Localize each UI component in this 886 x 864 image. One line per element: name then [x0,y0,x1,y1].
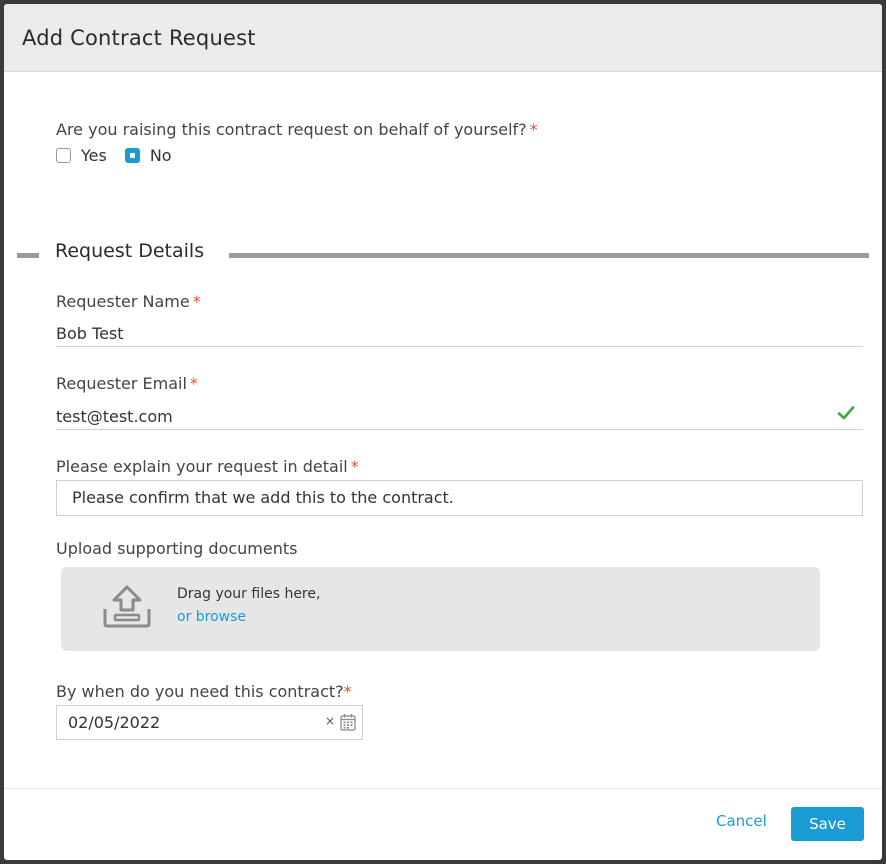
on-behalf-question-text: Are you raising this contract request on… [56,120,527,139]
cancel-button[interactable]: Cancel [716,812,767,830]
requester-name-value: Bob Test [56,324,124,343]
required-mark: * [192,292,201,311]
clear-date-icon[interactable]: × [325,714,335,728]
add-contract-request-dialog: Add Contract Request Are you raising thi… [4,4,882,860]
drop-instructions: Drag your files here, [177,586,321,602]
dialog-header: Add Contract Request [4,4,882,72]
on-behalf-question: Are you raising this contract request on… [56,120,538,139]
option-yes-label: Yes [81,146,107,165]
request-detail-textarea[interactable]: Please confirm that we add this to the c… [56,480,863,516]
section-divider-right [229,253,869,258]
section-title: Request Details [55,240,205,262]
yes-checkbox[interactable] [56,148,71,163]
request-detail-label: Please explain your request in detail * [56,457,359,476]
request-detail-label-text: Please explain your request in detail [56,457,348,476]
calendar-icon[interactable] [340,713,356,735]
option-yes[interactable]: Yes [56,146,107,165]
required-mark: * [189,374,198,393]
option-no-label: No [149,146,172,165]
option-no[interactable]: No [124,146,172,165]
request-detail-value: Please confirm that we add this to the c… [72,488,454,507]
required-mark: * [343,682,352,701]
upload-label-text: Upload supporting documents [56,539,298,558]
check-icon [837,405,855,425]
requester-email-value: test@test.com [56,407,173,426]
required-mark: * [529,120,538,139]
upload-label: Upload supporting documents [56,539,297,558]
requester-email-label-text: Requester Email [56,374,187,393]
due-date-label-text: By when do you need this contract? [56,682,344,701]
due-date-value: 02/05/2022 [68,713,161,732]
save-button[interactable]: Save [791,807,864,841]
required-mark: * [350,457,359,476]
footer-divider [4,788,882,789]
browse-link[interactable]: or browse [177,609,246,625]
dialog-title: Add Contract Request [22,25,256,50]
section-divider-left [17,253,39,258]
no-checkbox[interactable] [124,148,140,163]
due-date-input[interactable]: 02/05/2022 × [56,705,363,740]
requester-email-label: Requester Email * [56,374,198,393]
file-dropzone[interactable]: Drag your files here, or browse [61,567,820,651]
due-date-label: By when do you need this contract?* [56,682,352,701]
on-behalf-options: Yes No [56,146,190,165]
requester-name-field[interactable]: Bob Test [56,320,863,347]
requester-email-field[interactable]: test@test.com [56,403,863,430]
requester-name-label-text: Requester Name [56,292,190,311]
requester-name-label: Requester Name * [56,292,201,311]
request-details-section-header: Request Details [17,240,869,262]
upload-tray-icon [101,583,153,633]
